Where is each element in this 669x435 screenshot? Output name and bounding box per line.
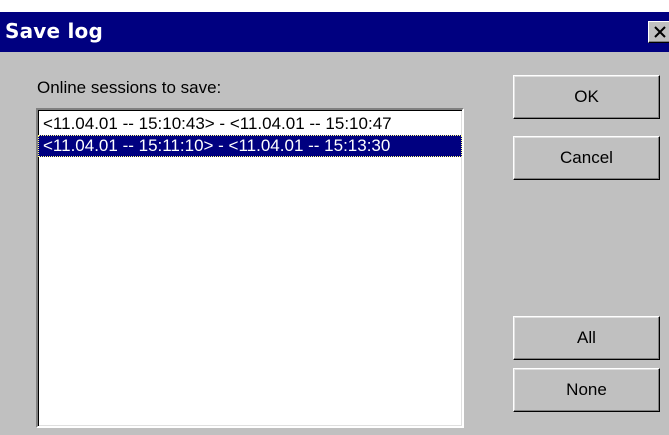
select-all-button[interactable]: All (513, 316, 660, 360)
sessions-label: Online sessions to save: (37, 78, 222, 97)
ok-button[interactable]: OK (513, 75, 660, 119)
cancel-button[interactable]: Cancel (513, 136, 660, 180)
close-button[interactable] (648, 21, 669, 43)
sessions-list[interactable]: <11.04.01 -- 15:10:43> - <11.04.01 -- 15… (36, 108, 464, 428)
list-item-selected[interactable]: <11.04.01 -- 15:11:10> - <11.04.01 -- 15… (38, 135, 462, 157)
list-item[interactable]: <11.04.01 -- 15:10:43> - <11.04.01 -- 15… (38, 113, 462, 135)
title-bar[interactable]: Save log (0, 12, 669, 52)
select-none-button[interactable]: None (513, 368, 660, 412)
close-icon (654, 26, 666, 38)
save-log-dialog: Save log Online sessions to save: <11.04… (0, 12, 669, 435)
dialog-title: Save log (5, 19, 103, 43)
